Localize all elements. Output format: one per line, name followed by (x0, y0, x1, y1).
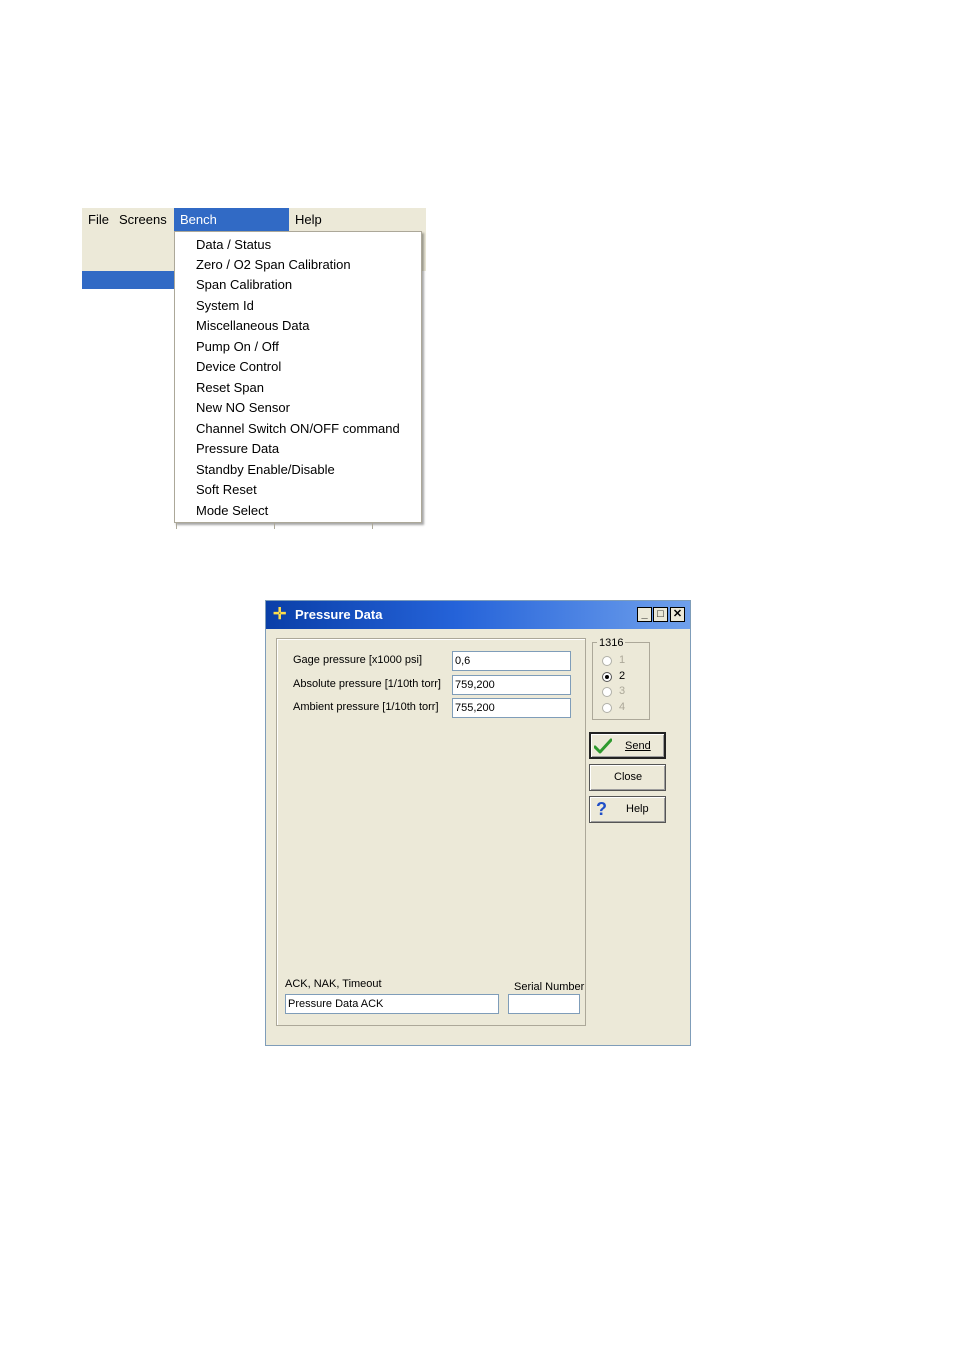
data-panel: Gage pressure [x1000 psi] 0,6 Absolute p… (276, 638, 586, 1026)
menu-bar: File Screens Bench Commands Help (82, 208, 426, 250)
channel-radio-4-label: 4 (619, 701, 626, 713)
gage-pressure-label: Gage pressure [x1000 psi] (293, 654, 423, 666)
serial-number-field[interactable] (508, 994, 580, 1014)
menu-item-data-status[interactable]: Data / Status (196, 235, 271, 255)
channel-radio-1-label: 1 (619, 654, 626, 666)
menu-item-system-id[interactable]: System Id (196, 296, 254, 316)
menu-item-mode-select[interactable]: Mode Select (196, 501, 268, 521)
menu-file[interactable]: File (82, 208, 115, 231)
menu-item-span-calibration[interactable]: Span Calibration (196, 275, 292, 295)
menu-item-pump-on-off[interactable]: Pump On / Off (196, 337, 279, 357)
bench-commands-dropdown: Data / Status Zero / O2 Span Calibration… (174, 231, 422, 523)
pressure-data-dialog: ✛ Pressure Data _ □ ✕ Gage pressure [x10… (265, 600, 691, 1046)
menu-item-soft-reset[interactable]: Soft Reset (196, 480, 257, 500)
close-icon[interactable]: ✕ (670, 607, 685, 622)
window-background (82, 231, 174, 271)
menu-item-miscellaneous-data[interactable]: Miscellaneous Data (196, 316, 309, 336)
dialog-title: Pressure Data (295, 607, 383, 622)
channel-radio-1[interactable] (602, 656, 612, 666)
checkmark-icon (594, 738, 612, 754)
menu-item-standby-enable-disable[interactable]: Standby Enable/Disable (196, 460, 335, 480)
status-field[interactable]: Pressure Data ACK (285, 994, 499, 1014)
serial-number-label: Serial Number (514, 981, 585, 993)
menu-bench-commands[interactable]: Bench Commands (174, 208, 289, 250)
status-label: ACK, NAK, Timeout (285, 978, 382, 990)
menu-help[interactable]: Help (289, 208, 328, 231)
channel-radio-3-label: 3 (619, 685, 626, 697)
channel-radio-4[interactable] (602, 703, 612, 713)
channel-radio-3[interactable] (602, 687, 612, 697)
send-button-label: Send (625, 740, 651, 752)
menu-item-device-control[interactable]: Device Control (196, 357, 281, 377)
menu-item-reset-span[interactable]: Reset Span (196, 378, 264, 398)
menu-screens[interactable]: Screens (113, 208, 173, 231)
channel-group-title: 1316 (597, 637, 626, 649)
channel-radio-2[interactable] (602, 672, 612, 682)
window-edge-fragment (176, 523, 426, 529)
close-button-label: Close (614, 771, 643, 783)
minimize-icon[interactable]: _ (637, 607, 652, 622)
ambient-pressure-label: Ambient pressure [1/10th torr] (293, 701, 439, 713)
help-button[interactable]: ? Help (589, 796, 666, 823)
close-button[interactable]: Close (589, 764, 666, 791)
title-bar[interactable]: ✛ Pressure Data _ □ ✕ (266, 601, 690, 629)
send-button[interactable]: Send (589, 732, 666, 759)
ambient-pressure-field[interactable]: 755,200 (452, 698, 571, 718)
maximize-icon[interactable]: □ (653, 607, 668, 622)
absolute-pressure-field[interactable]: 759,200 (452, 675, 571, 695)
help-icon: ? (596, 799, 607, 819)
help-button-label: Help (626, 803, 649, 815)
gage-pressure-field[interactable]: 0,6 (452, 651, 571, 671)
app-icon: ✛ (273, 606, 287, 623)
menu-item-zero-o2-span-calibration[interactable]: Zero / O2 Span Calibration (196, 255, 351, 275)
selected-row-background (82, 271, 174, 289)
absolute-pressure-label: Absolute pressure [1/10th torr] (293, 678, 441, 690)
menu-item-channel-switch[interactable]: Channel Switch ON/OFF command (196, 419, 400, 439)
menu-item-pressure-data[interactable]: Pressure Data (196, 439, 279, 459)
menu-item-new-no-sensor[interactable]: New NO Sensor (196, 398, 290, 418)
channel-radio-2-label: 2 (619, 670, 626, 682)
